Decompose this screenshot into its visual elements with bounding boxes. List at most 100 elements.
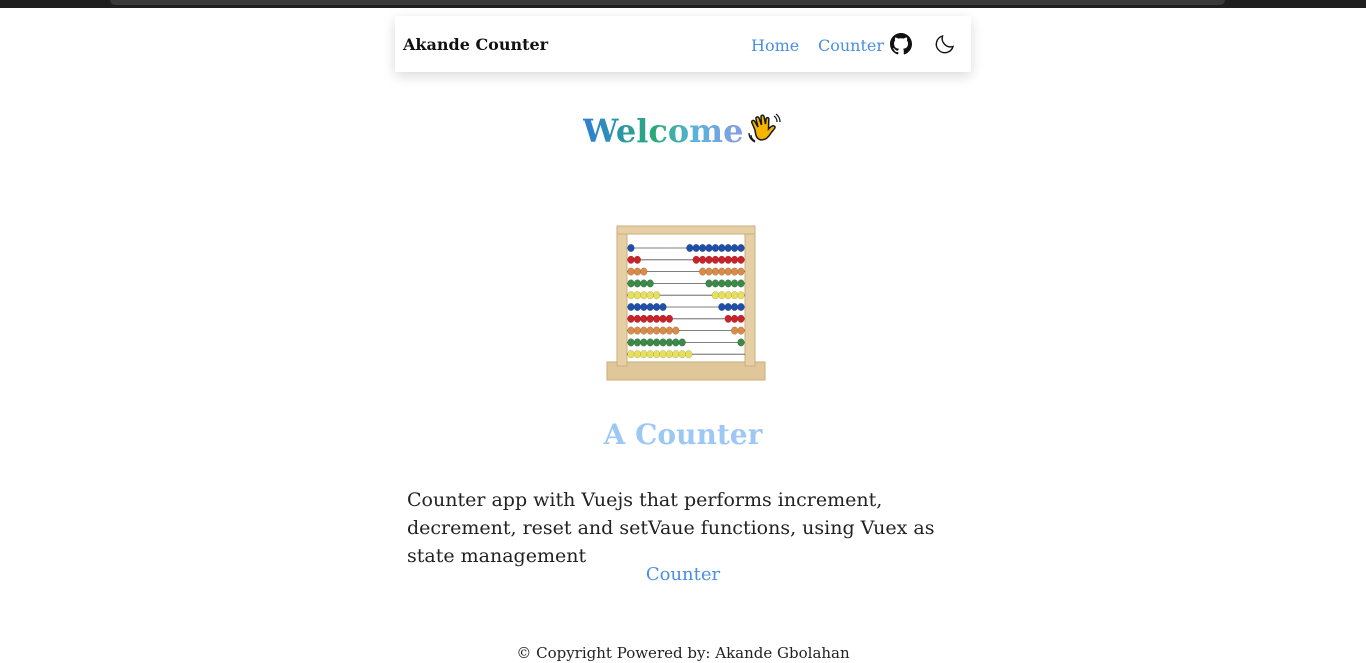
abacus-bead [665, 350, 674, 359]
github-icon[interactable] [890, 33, 912, 55]
abacus-bead [724, 314, 732, 323]
footer-copyright: © Copyright Powered by: Akande Gbolahan [516, 644, 850, 662]
app-description: Counter app with Vuejs that performs inc… [407, 489, 935, 567]
abacus-bead [659, 350, 667, 359]
abacus-bead [633, 279, 642, 288]
abacus-bead [659, 314, 667, 323]
abacus-bead [646, 326, 654, 335]
abacus-bead [627, 267, 635, 276]
abacus-bead [672, 350, 680, 359]
abacus-bead [627, 255, 635, 264]
abacus-bead [646, 302, 654, 311]
abacus-bead [627, 291, 635, 300]
abacus-bead [640, 350, 648, 359]
abacus-bead [672, 326, 680, 335]
abacus-bead [724, 244, 732, 253]
abacus-top-bar [616, 225, 756, 235]
abacus-bead [686, 244, 694, 253]
abacus-bead [652, 291, 661, 300]
abacus-right-post [744, 225, 756, 367]
abacus-bead [640, 279, 648, 288]
abacus-bead [640, 314, 648, 323]
abacus-bead [646, 291, 654, 300]
welcome-heading: Welcome [0, 110, 1366, 150]
abacus-bead [711, 267, 720, 276]
abacus-bead [633, 326, 642, 335]
abacus-bead [705, 267, 713, 276]
abacus-bead [692, 244, 700, 253]
abacus-illustration [606, 225, 766, 381]
abacus-bead [646, 279, 654, 288]
abacus-bead [659, 338, 667, 347]
abacus-bead [627, 279, 635, 288]
abacus-bead [659, 326, 667, 335]
navbar: Akande Counter Home Counter [395, 16, 971, 72]
abacus-bead [731, 267, 739, 276]
nav-link-counter[interactable]: Counter [818, 36, 884, 55]
abacus-bead [633, 338, 642, 347]
abacus-bead [640, 291, 648, 300]
abacus-bead [678, 338, 686, 347]
abacus-bead [737, 244, 745, 253]
abacus-bead [718, 244, 726, 253]
abacus-bead [652, 326, 661, 335]
abacus-bead [698, 255, 707, 264]
abacus-bead [698, 244, 707, 253]
abacus-bead [724, 267, 732, 276]
abacus-bead [731, 302, 739, 311]
abacus-bead [640, 302, 648, 311]
abacus-bead [684, 350, 693, 359]
waving-hand-icon [748, 113, 782, 143]
abacus-base [606, 361, 766, 381]
abacus-bead [731, 255, 739, 264]
abacus-bead [711, 255, 720, 264]
abacus-bead [724, 255, 732, 264]
abacus-bead [678, 350, 686, 359]
abacus-bead [737, 338, 745, 347]
abacus-bead [627, 314, 635, 323]
abacus-bead [665, 326, 674, 335]
abacus-bead [724, 291, 732, 300]
abacus-bead [646, 338, 654, 347]
abacus-bead [633, 350, 642, 359]
abacus-bead [633, 314, 642, 323]
abacus-bead [731, 314, 739, 323]
abacus-bead [633, 267, 642, 276]
welcome-text: Welcome [582, 112, 744, 150]
abacus-bead [627, 350, 635, 359]
abacus-bead [633, 255, 642, 264]
abacus-bead [731, 291, 739, 300]
abacus-bead [718, 291, 726, 300]
abacus-bead [737, 302, 745, 311]
abacus-bead [652, 338, 661, 347]
abacus-bead [640, 326, 648, 335]
abacus-bead [737, 291, 745, 300]
abacus-bead [731, 326, 739, 335]
counter-link[interactable]: Counter [646, 564, 720, 585]
browser-url-bar [110, 0, 1225, 5]
abacus-bead [698, 267, 707, 276]
abacus-bead [633, 291, 642, 300]
abacus-bead [652, 350, 661, 359]
abacus-bead [659, 302, 667, 311]
abacus-bead [705, 255, 713, 264]
moon-icon[interactable] [933, 32, 957, 56]
abacus-bead [652, 302, 661, 311]
abacus-bead [692, 255, 700, 264]
abacus-bead [646, 350, 654, 359]
abacus-bead [724, 302, 732, 311]
abacus-bead [627, 244, 635, 253]
abacus-bead [718, 267, 726, 276]
brand-title[interactable]: Akande Counter [403, 35, 548, 54]
abacus-bead [711, 279, 720, 288]
abacus-bead [627, 338, 635, 347]
abacus-bead [705, 244, 713, 253]
nav-link-home[interactable]: Home [751, 36, 799, 55]
abacus-bead [640, 338, 648, 347]
abacus-bead [627, 326, 635, 335]
abacus-bead [711, 291, 720, 300]
abacus-bead [705, 279, 713, 288]
browser-top-strip [0, 0, 1366, 8]
abacus-bead [711, 244, 720, 253]
abacus-bead [627, 302, 635, 311]
